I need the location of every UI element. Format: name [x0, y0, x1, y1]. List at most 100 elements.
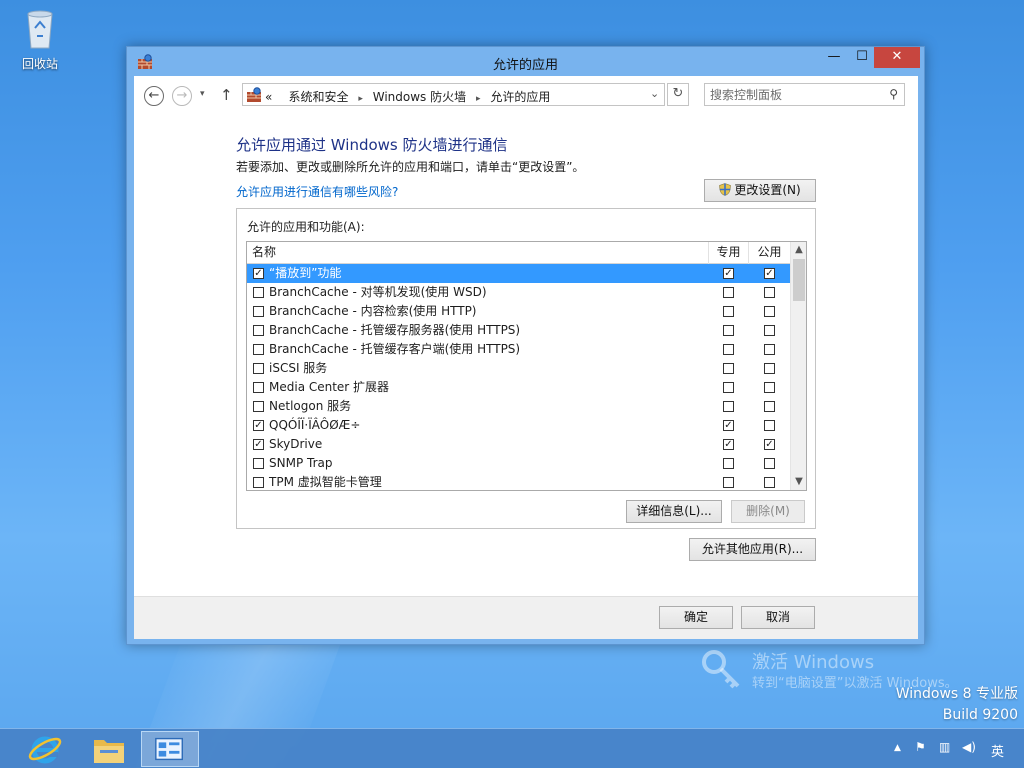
app-private-checkbox[interactable]: ✓ [723, 268, 734, 279]
app-private-checkbox[interactable] [723, 477, 734, 488]
action-center-icon[interactable]: ⚑ [915, 740, 926, 754]
address-dropdown-icon[interactable]: ⌄ [650, 87, 659, 100]
network-icon[interactable]: ▥ [939, 740, 950, 754]
app-private-checkbox[interactable] [723, 287, 734, 298]
app-enabled-checkbox[interactable] [253, 363, 264, 374]
column-header-private[interactable]: 专用 [709, 242, 749, 264]
app-private-checkbox[interactable]: ✓ [723, 439, 734, 450]
risk-help-link[interactable]: 允许应用进行通信有哪些风险? [236, 183, 398, 200]
apps-list[interactable]: 名称 专用 公用 ✓ “播放到”功能 ✓ ✓ BranchCache - 对等机发现(使… [246, 241, 807, 491]
app-public-checkbox[interactable] [764, 458, 775, 469]
minimize-button[interactable]: — [820, 47, 848, 68]
app-row[interactable]: ✓ QQÓÎÏ·ÏÂÔØÆ÷ ✓ [247, 416, 790, 435]
recycle-bin-label: 回收站 [21, 57, 58, 71]
app-public-checkbox[interactable] [764, 401, 775, 412]
app-row[interactable]: BranchCache - 对等机发现(使用 WSD) [247, 283, 790, 302]
app-enabled-checkbox[interactable] [253, 325, 264, 336]
app-name: SkyDrive [269, 437, 323, 451]
app-enabled-checkbox[interactable]: ✓ [253, 268, 264, 279]
app-row[interactable]: iSCSI 服务 [247, 359, 790, 378]
app-public-checkbox[interactable]: ✓ [764, 268, 775, 279]
app-row[interactable]: BranchCache - 托管缓存客户端(使用 HTTPS) [247, 340, 790, 359]
address-bar[interactable]: « ▸ 系统和安全 ▸ Windows 防火墙 ▸ 允许的应用 ⌄ [242, 83, 665, 106]
column-header-public[interactable]: 公用 [749, 242, 790, 264]
app-enabled-checkbox[interactable] [253, 458, 264, 469]
app-enabled-checkbox[interactable]: ✓ [253, 420, 264, 431]
back-button[interactable]: ← [144, 86, 164, 106]
activate-windows-title: 激活 Windows [752, 652, 875, 673]
app-enabled-checkbox[interactable] [253, 344, 264, 355]
remove-button[interactable]: 删除(M) [731, 500, 805, 523]
ok-button[interactable]: 确定 [659, 606, 733, 629]
app-row[interactable]: Media Center 扩展器 [247, 378, 790, 397]
app-public-checkbox[interactable] [764, 382, 775, 393]
app-public-checkbox[interactable] [764, 363, 775, 374]
column-header-name[interactable]: 名称 [247, 242, 709, 264]
breadcrumb-separator[interactable]: ▸ [358, 94, 363, 104]
search-box[interactable]: ⚲ [704, 83, 905, 106]
recycle-bin-desktop-icon[interactable]: 回收站 [14, 6, 66, 72]
page-title: 允许应用通过 Windows 防火墙进行通信 [236, 136, 508, 154]
app-row[interactable]: TPM 虚拟智能卡管理 [247, 473, 790, 490]
details-button[interactable]: 详细信息(L)... [626, 500, 722, 523]
app-private-checkbox[interactable] [723, 306, 734, 317]
up-button[interactable]: ↑ [220, 86, 233, 104]
app-private-checkbox[interactable] [723, 325, 734, 336]
search-icon[interactable]: ⚲ [889, 87, 898, 101]
scroll-thumb[interactable] [793, 259, 805, 301]
maximize-button[interactable]: ☐ [848, 47, 876, 68]
app-private-checkbox[interactable]: ✓ [723, 420, 734, 431]
app-enabled-checkbox[interactable] [253, 477, 264, 488]
recent-pages-dropdown[interactable]: ▾ [200, 89, 205, 99]
window-title: 允许的应用 [492, 58, 558, 73]
app-enabled-checkbox[interactable] [253, 401, 264, 412]
app-private-checkbox[interactable] [723, 363, 734, 374]
app-public-checkbox[interactable]: ✓ [764, 439, 775, 450]
taskbar-file-explorer[interactable] [80, 731, 138, 767]
app-public-checkbox[interactable] [764, 287, 775, 298]
app-public-checkbox[interactable] [764, 325, 775, 336]
search-input[interactable] [710, 85, 880, 105]
title-bar[interactable]: 允许的应用 — ☐ ✕ [127, 47, 924, 77]
volume-icon[interactable]: ◀) [962, 740, 976, 754]
breadcrumb-allowed-apps[interactable]: 允许的应用 [490, 90, 550, 104]
forward-button[interactable]: → [172, 86, 192, 106]
app-row[interactable]: SNMP Trap [247, 454, 790, 473]
app-row[interactable]: Netlogon 服务 [247, 397, 790, 416]
app-private-checkbox[interactable] [723, 382, 734, 393]
change-settings-button[interactable]: 更改设置(N) [704, 179, 816, 202]
allowed-apps-group: 允许的应用和功能(A): 名称 专用 公用 ✓ “播放到”功能 ✓ ✓ BranchCa… [236, 208, 816, 529]
breadcrumb-separator[interactable]: ▸ [476, 94, 481, 104]
app-public-checkbox[interactable] [764, 344, 775, 355]
taskbar-internet-explorer[interactable] [16, 731, 74, 767]
app-row[interactable]: ✓ “播放到”功能 ✓ ✓ [247, 264, 790, 283]
app-enabled-checkbox[interactable] [253, 382, 264, 393]
show-hidden-icons-button[interactable]: ▲ [894, 743, 901, 753]
app-enabled-checkbox[interactable] [253, 306, 264, 317]
app-private-checkbox[interactable] [723, 401, 734, 412]
app-public-checkbox[interactable] [764, 477, 775, 488]
taskbar-control-panel[interactable] [141, 731, 199, 767]
scroll-up-button[interactable]: ▲ [791, 242, 806, 258]
allow-other-app-button[interactable]: 允许其他应用(R)... [689, 538, 816, 561]
cancel-button[interactable]: 取消 [741, 606, 815, 629]
breadcrumb-overflow[interactable]: « [265, 90, 272, 104]
breadcrumb-system-security[interactable]: 系统和安全 [289, 90, 349, 104]
breadcrumb-windows-firewall[interactable]: Windows 防火墙 [373, 90, 466, 104]
list-scrollbar[interactable]: ▲ ▼ [790, 242, 806, 490]
app-rows: ✓ “播放到”功能 ✓ ✓ BranchCache - 对等机发现(使用 WSD) Bra… [247, 264, 790, 490]
scroll-down-button[interactable]: ▼ [791, 474, 806, 490]
app-row[interactable]: ✓ SkyDrive ✓ ✓ [247, 435, 790, 454]
app-row[interactable]: BranchCache - 内容检索(使用 HTTP) [247, 302, 790, 321]
input-method-indicator[interactable]: 英 [991, 741, 1004, 760]
app-name: BranchCache - 内容检索(使用 HTTP) [269, 304, 477, 318]
app-private-checkbox[interactable] [723, 344, 734, 355]
app-row[interactable]: BranchCache - 托管缓存服务器(使用 HTTPS) [247, 321, 790, 340]
app-enabled-checkbox[interactable] [253, 287, 264, 298]
app-enabled-checkbox[interactable]: ✓ [253, 439, 264, 450]
refresh-button[interactable]: ↻ [667, 83, 689, 106]
app-private-checkbox[interactable] [723, 458, 734, 469]
app-public-checkbox[interactable] [764, 420, 775, 431]
close-button[interactable]: ✕ [874, 47, 920, 68]
app-public-checkbox[interactable] [764, 306, 775, 317]
